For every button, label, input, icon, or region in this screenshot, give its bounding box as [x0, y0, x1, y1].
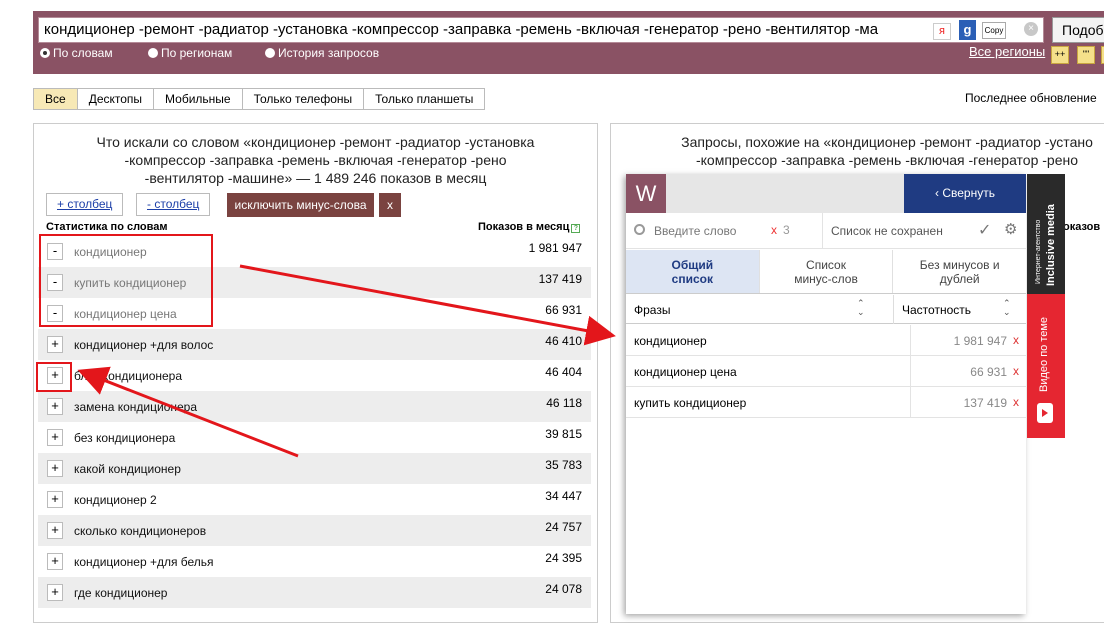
arrow-to-widget — [239, 264, 616, 346]
annotation-arrows — [77, 264, 616, 458]
arrow-to-plus — [77, 366, 299, 458]
